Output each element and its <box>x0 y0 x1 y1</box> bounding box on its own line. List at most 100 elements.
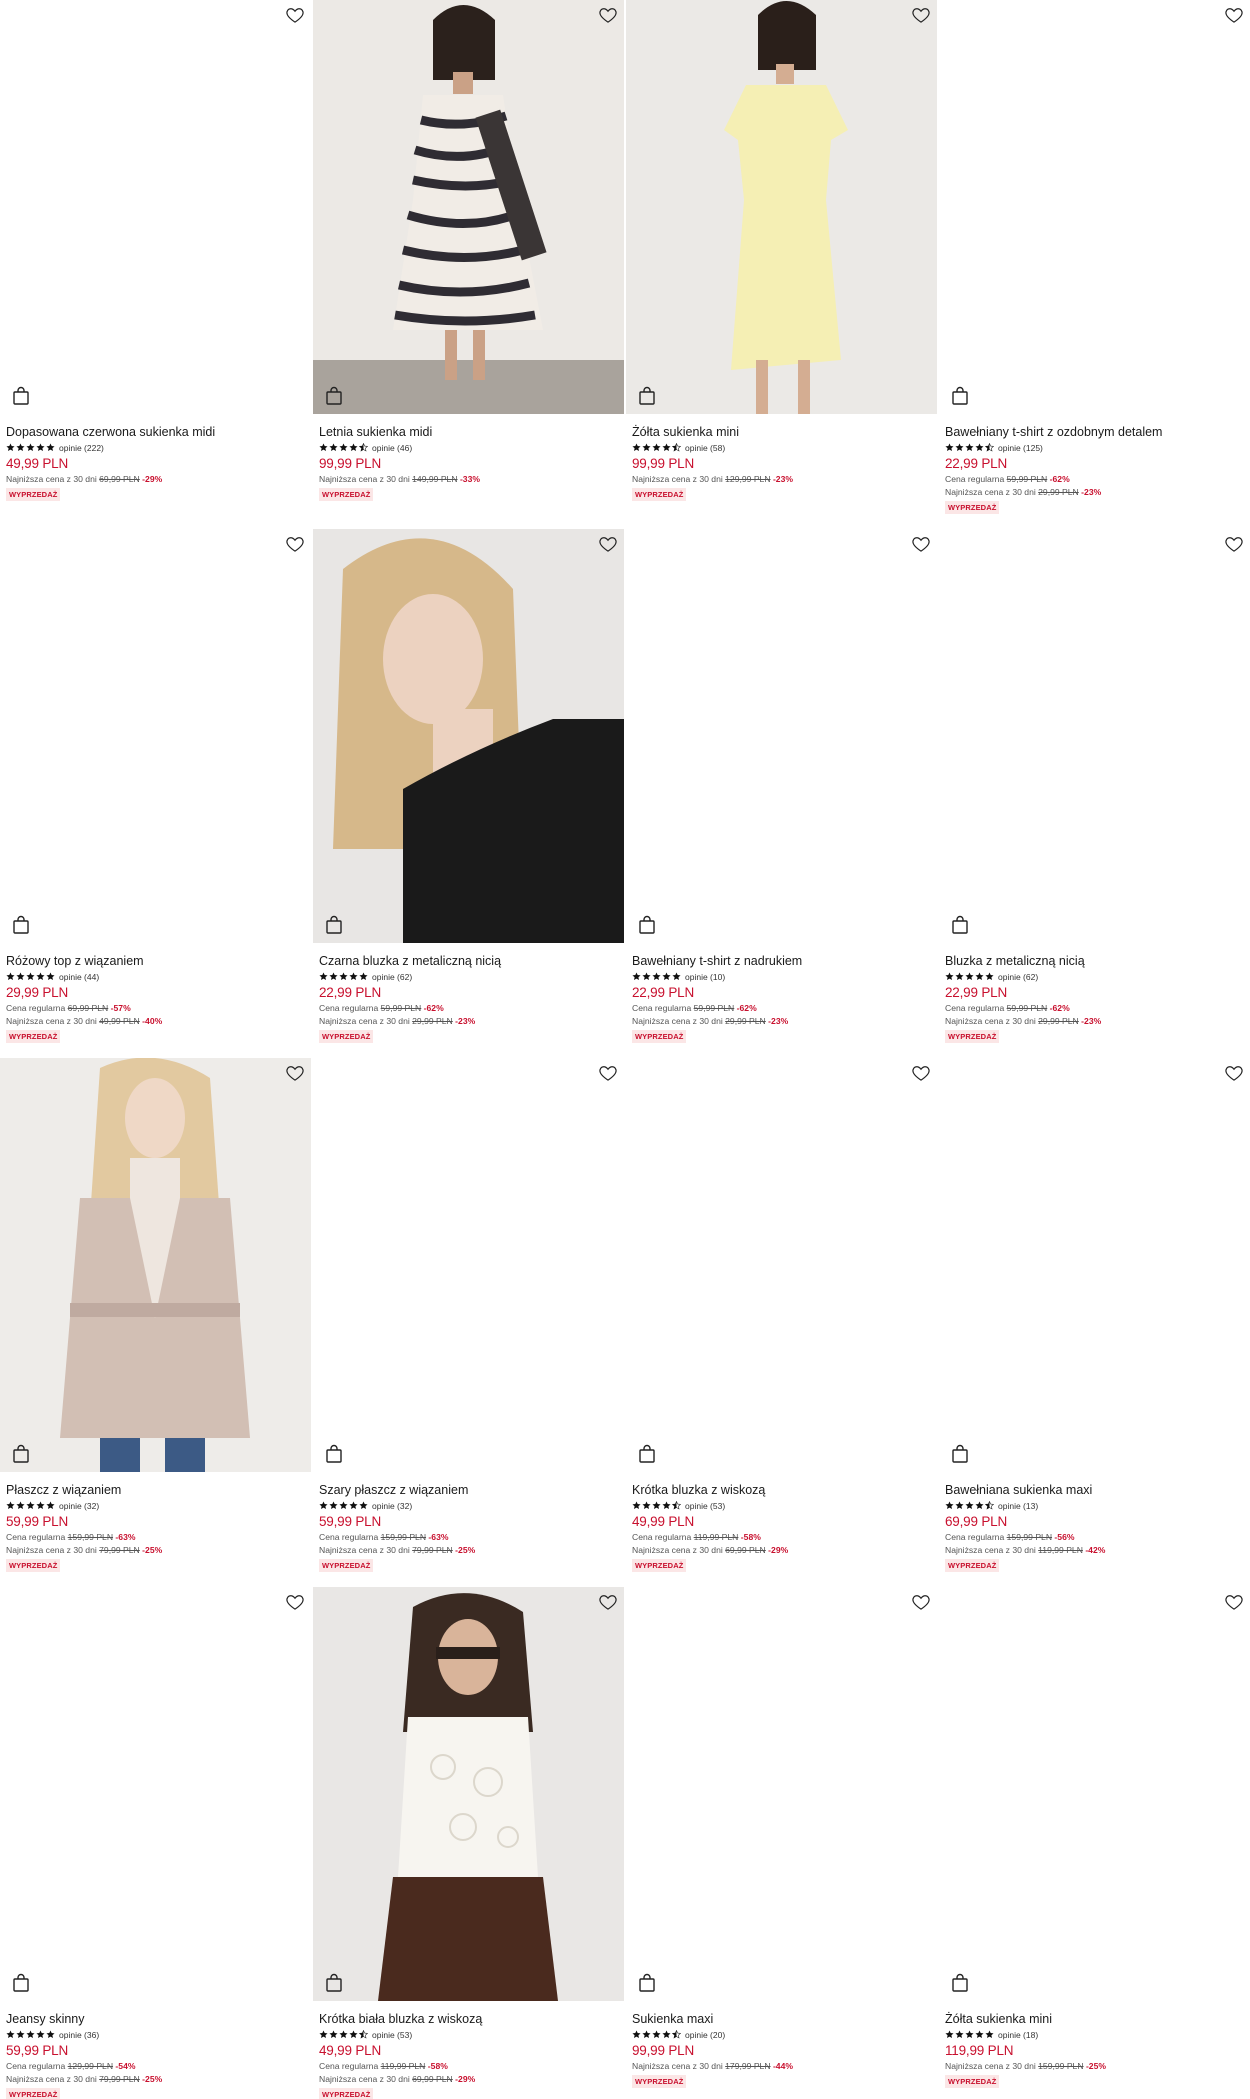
star-icon <box>358 2026 369 2044</box>
shopping-bag-icon[interactable] <box>638 915 656 935</box>
product-image[interactable] <box>939 1058 1250 1472</box>
product-card[interactable]: Żółta sukienka mini opinie (18) 119,99 PLN… <box>939 1587 1250 2099</box>
lowest-price-note: Najniższa cena z 30 dni 119,99 PLN -42% <box>945 1545 1106 1555</box>
shopping-bag-icon[interactable] <box>951 386 969 406</box>
product-card[interactable]: Sukienka maxi opinie (20) 99,99 PLN Najniżs… <box>626 1587 937 2099</box>
heart-outline-icon[interactable] <box>911 5 931 25</box>
lowest-price-note: Najniższa cena z 30 dni 149,99 PLN -33% <box>319 474 480 484</box>
shopping-bag-icon[interactable] <box>12 1973 30 1993</box>
product-card[interactable]: Letnia sukienka midi opinie (46) 99,99 PLN… <box>313 0 624 530</box>
product-rating: opinie (62) <box>319 971 618 982</box>
product-card[interactable]: Żółta sukienka mini opinie (58) 99,99 PLN N… <box>626 0 937 530</box>
shopping-bag-icon[interactable] <box>325 386 343 406</box>
shopping-bag-icon[interactable] <box>12 915 30 935</box>
review-count: opinie (32) <box>372 1500 413 1511</box>
star-icon <box>975 968 984 986</box>
product-image[interactable] <box>626 0 937 414</box>
star-icon <box>955 2026 964 2044</box>
product-card[interactable]: Czarna bluzka z metaliczną nicią opinie (… <box>313 529 624 1059</box>
heart-outline-icon[interactable] <box>911 1592 931 1612</box>
sale-badge: WYPRZEDAŻ <box>945 1030 1000 1043</box>
product-image[interactable] <box>0 1587 311 2001</box>
product-image[interactable] <box>0 529 311 943</box>
product-image[interactable] <box>313 1058 624 1472</box>
product-card[interactable]: Płaszcz z wiązaniem opinie (32) 59,99 PLN C… <box>0 1058 311 1588</box>
heart-outline-icon[interactable] <box>598 5 618 25</box>
shopping-bag-icon[interactable] <box>638 386 656 406</box>
product-card[interactable]: Bawełniany t-shirt z ozdobnym detalem opi… <box>939 0 1250 530</box>
heart-outline-icon[interactable] <box>911 1063 931 1083</box>
shopping-bag-icon[interactable] <box>951 1973 969 1993</box>
product-image[interactable] <box>0 1058 311 1472</box>
heart-outline-icon[interactable] <box>1224 1063 1244 1083</box>
sale-badge: WYPRZEDAŻ <box>632 488 687 501</box>
star-icon <box>671 439 682 457</box>
heart-outline-icon[interactable] <box>285 534 305 554</box>
heart-outline-icon[interactable] <box>285 5 305 25</box>
shopping-bag-icon[interactable] <box>12 1444 30 1464</box>
product-card[interactable]: Szary płaszcz z wiązaniem opinie (32) 59,9… <box>313 1058 624 1588</box>
shopping-bag-icon[interactable] <box>12 386 30 406</box>
product-photo <box>0 1058 311 1472</box>
star-icon <box>349 2026 358 2044</box>
product-rating: opinie (53) <box>319 2029 618 2040</box>
lowest-price-note: Najniższa cena z 30 dni 69,99 PLN -29% <box>319 2074 476 2084</box>
shopping-bag-icon[interactable] <box>638 1444 656 1464</box>
shopping-bag-icon[interactable] <box>325 1973 343 1993</box>
sale-badge: WYPRZEDAŻ <box>6 2088 61 2099</box>
product-price: 29,99 PLN <box>6 985 68 1000</box>
product-card[interactable]: Różowy top z wiązaniem opinie (44) 29,99 P… <box>0 529 311 1059</box>
star-icon <box>329 2026 338 2044</box>
product-image[interactable] <box>313 0 624 414</box>
star-icon <box>329 968 338 986</box>
shopping-bag-icon[interactable] <box>638 1973 656 1993</box>
product-image[interactable] <box>626 1587 937 2001</box>
product-card[interactable]: Bawełniany t-shirt z nadrukiem opinie (10… <box>626 529 937 1059</box>
product-image[interactable] <box>939 529 1250 943</box>
regular-price-note: Cena regularna 59,99 PLN -62% <box>632 1003 757 1013</box>
product-image[interactable] <box>626 1058 937 1472</box>
product-card[interactable]: Krótka biała bluzka z wiskozą opinie (53)… <box>313 1587 624 2099</box>
star-icon <box>662 439 671 457</box>
product-rating: opinie (18) <box>945 2029 1244 2040</box>
heart-outline-icon[interactable] <box>598 1592 618 1612</box>
heart-outline-icon[interactable] <box>285 1063 305 1083</box>
star-icon <box>339 968 348 986</box>
lowest-price-note: Najniższa cena z 30 dni 159,99 PLN -25% <box>945 2061 1106 2071</box>
product-card[interactable]: Krótka bluzka z wiskozą opinie (53) 49,99 … <box>626 1058 937 1588</box>
product-price: 99,99 PLN <box>632 456 694 471</box>
product-card[interactable]: Bluzka z metaliczną nicią opinie (62) 22,9… <box>939 529 1250 1059</box>
product-price: 59,99 PLN <box>319 1514 381 1529</box>
lowest-price-note: Najniższa cena z 30 dni 29,99 PLN -23% <box>632 1016 789 1026</box>
shopping-bag-icon[interactable] <box>325 915 343 935</box>
review-count: opinie (32) <box>59 1500 100 1511</box>
product-image[interactable] <box>939 1587 1250 2001</box>
review-count: opinie (44) <box>59 971 100 982</box>
review-count: opinie (58) <box>685 442 726 453</box>
heart-outline-icon[interactable] <box>598 534 618 554</box>
product-card[interactable]: Dopasowana czerwona sukienka midi opinie … <box>0 0 311 530</box>
product-image[interactable] <box>313 1587 624 2001</box>
heart-outline-icon[interactable] <box>598 1063 618 1083</box>
product-image[interactable] <box>939 0 1250 414</box>
star-icon <box>985 968 994 986</box>
star-icon <box>16 2026 25 2044</box>
heart-outline-icon[interactable] <box>1224 5 1244 25</box>
product-card[interactable]: Jeansy skinny opinie (36) 59,99 PLN Cena re… <box>0 1587 311 2099</box>
star-icon <box>642 968 651 986</box>
heart-outline-icon[interactable] <box>1224 1592 1244 1612</box>
shopping-bag-icon[interactable] <box>951 1444 969 1464</box>
product-image[interactable] <box>0 0 311 414</box>
product-card[interactable]: Bawełniana sukienka maxi opinie (13) 69,99… <box>939 1058 1250 1588</box>
product-image[interactable] <box>626 529 937 943</box>
review-count: opinie (125) <box>998 442 1043 453</box>
review-count: opinie (18) <box>998 2029 1039 2040</box>
shopping-bag-icon[interactable] <box>325 1444 343 1464</box>
product-rating: opinie (125) <box>945 442 1244 453</box>
heart-outline-icon[interactable] <box>1224 534 1244 554</box>
shopping-bag-icon[interactable] <box>951 915 969 935</box>
product-image[interactable] <box>313 529 624 943</box>
sale-badge: WYPRZEDAŻ <box>319 1030 374 1043</box>
heart-outline-icon[interactable] <box>285 1592 305 1612</box>
heart-outline-icon[interactable] <box>911 534 931 554</box>
